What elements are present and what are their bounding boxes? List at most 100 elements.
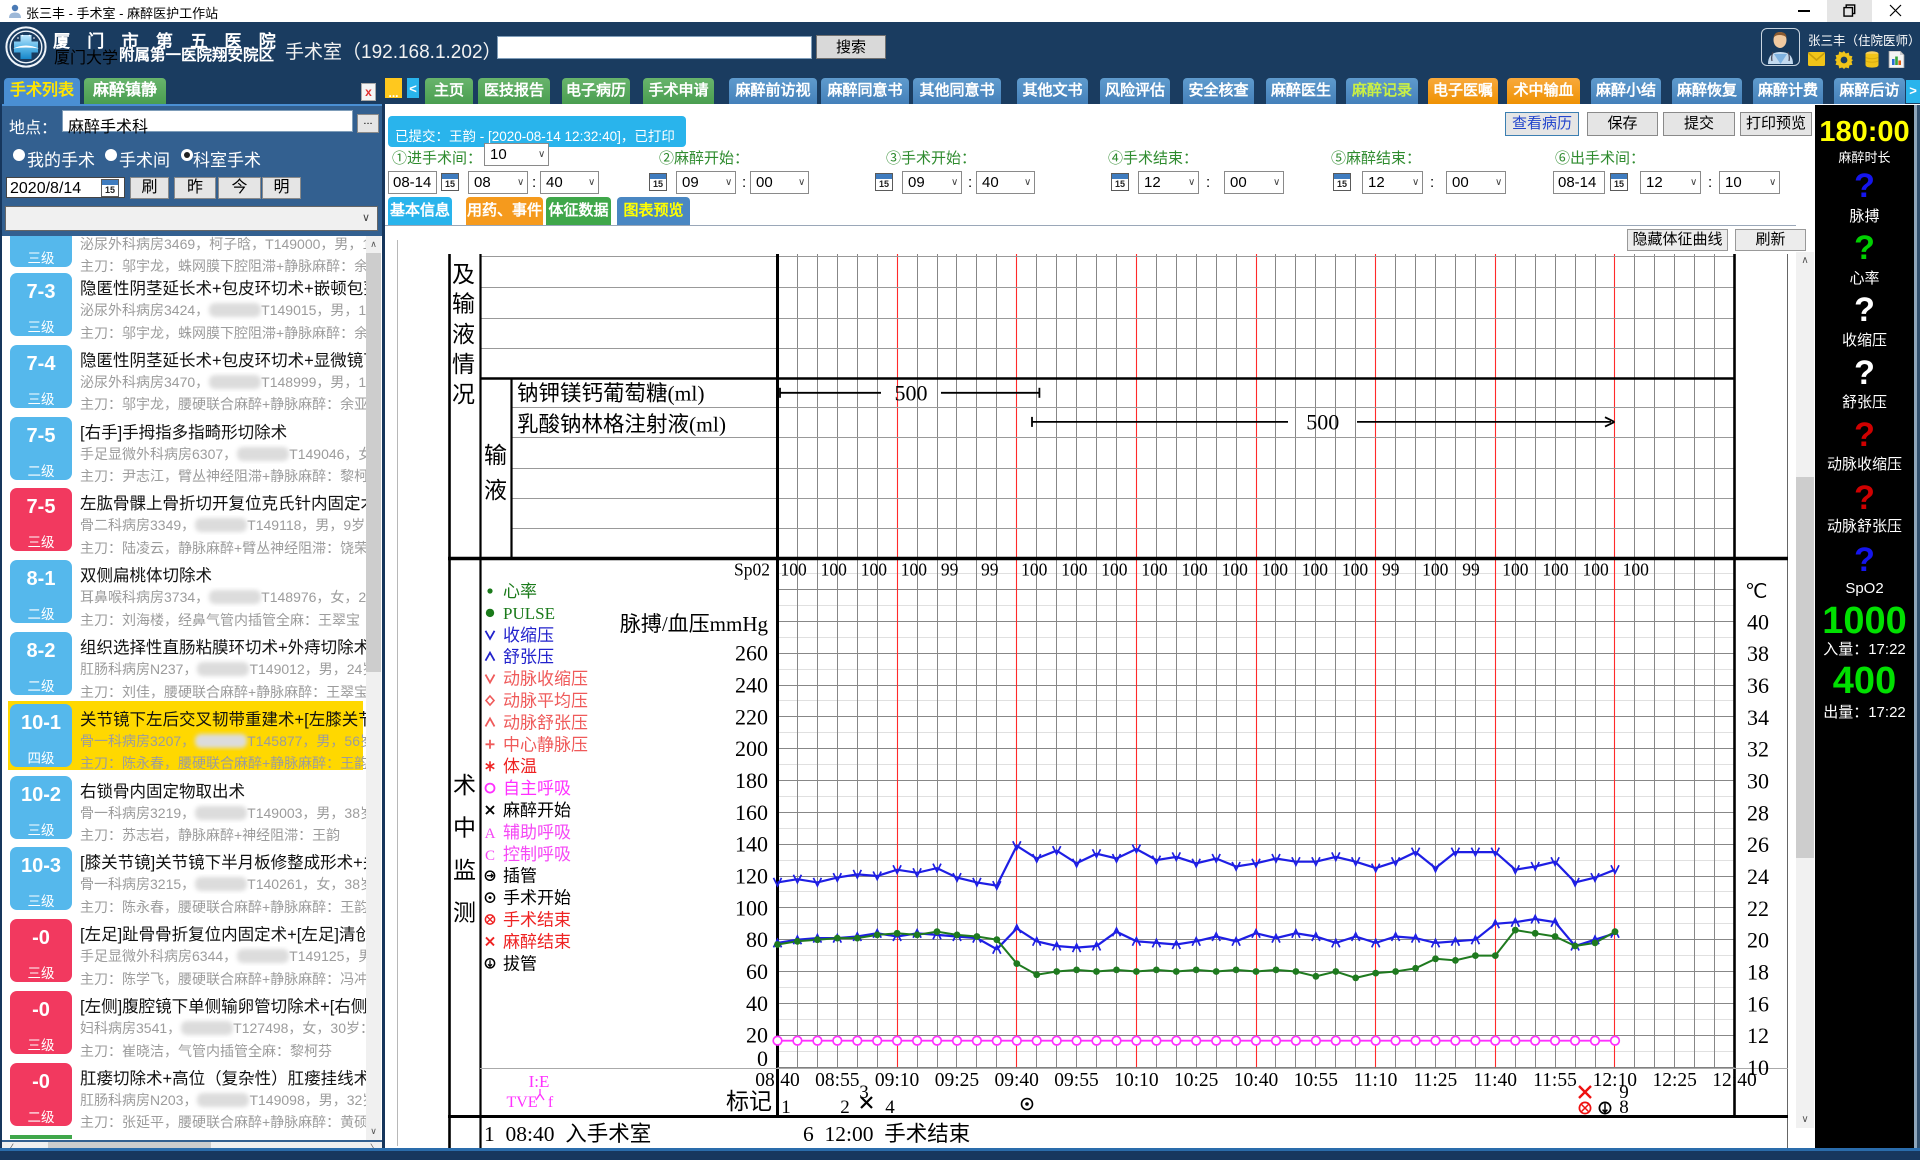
svg-text:11:25: 11:25 — [1414, 1070, 1458, 1091]
svg-text:20: 20 — [746, 1023, 768, 1048]
svg-text:钠钾镁钙葡萄糖(ml): 钠钾镁钙葡萄糖(ml) — [517, 382, 705, 406]
svg-text:100: 100 — [1422, 560, 1449, 580]
svg-text:10:40: 10:40 — [1234, 1070, 1278, 1091]
svg-text:中心静脉压: 中心静脉压 — [503, 735, 588, 754]
svg-text:11:55: 11:55 — [1533, 1070, 1577, 1091]
svg-text:40: 40 — [746, 991, 768, 1016]
svg-text:6 12:00 手术结束: 6 12:00 手术结束 — [803, 1122, 970, 1146]
svg-text:120: 120 — [735, 864, 768, 889]
svg-text:100: 100 — [1542, 560, 1569, 580]
svg-text:11:40: 11:40 — [1473, 1070, 1517, 1091]
svg-text:12: 12 — [1747, 1023, 1769, 1048]
svg-text:脉搏/血压mmHg: 脉搏/血压mmHg — [620, 612, 769, 636]
svg-text:100: 100 — [1141, 560, 1168, 580]
svg-text:0: 0 — [757, 1046, 768, 1071]
svg-text:22: 22 — [1747, 896, 1769, 921]
svg-text:18: 18 — [1747, 960, 1769, 985]
svg-text:100: 100 — [1101, 560, 1128, 580]
svg-text:动脉收缩压: 动脉收缩压 — [503, 670, 588, 689]
svg-text:08:55: 08:55 — [815, 1070, 859, 1091]
svg-text:100: 100 — [1061, 560, 1088, 580]
svg-text:99: 99 — [981, 560, 999, 580]
svg-text:插管: 插管 — [503, 867, 537, 886]
svg-text:11:10: 11:10 — [1354, 1070, 1398, 1091]
svg-text:09:25: 09:25 — [935, 1070, 979, 1091]
svg-text:38: 38 — [1747, 641, 1769, 666]
svg-text:10:25: 10:25 — [1174, 1070, 1218, 1091]
svg-text:乳酸钠林格注射液(ml): 乳酸钠林格注射液(ml) — [517, 413, 726, 437]
svg-text:20: 20 — [1747, 928, 1769, 953]
svg-text:260: 260 — [735, 641, 768, 666]
svg-text:99: 99 — [941, 560, 959, 580]
svg-text:28: 28 — [1747, 800, 1769, 825]
svg-text:180: 180 — [735, 768, 768, 793]
svg-text:99: 99 — [1382, 560, 1400, 580]
svg-text:A: A — [485, 826, 496, 842]
svg-text:输: 输 — [484, 443, 507, 468]
svg-text:收缩压: 收缩压 — [503, 626, 554, 645]
svg-text:体温: 体温 — [503, 757, 537, 776]
svg-text:动脉舒张压: 动脉舒张压 — [503, 713, 588, 732]
svg-text:34: 34 — [1747, 705, 1769, 730]
svg-text:Sp02: Sp02 — [734, 560, 770, 580]
svg-text:手术结束: 手术结束 — [503, 911, 571, 930]
svg-text:测: 测 — [453, 901, 476, 926]
svg-text:8: 8 — [1619, 1097, 1629, 1118]
svg-text:24: 24 — [1747, 864, 1769, 889]
svg-text:30: 30 — [1747, 769, 1769, 794]
svg-text:舒张压: 舒张压 — [503, 648, 554, 667]
svg-text:情: 情 — [452, 352, 475, 377]
svg-text:麻醉开始: 麻醉开始 — [503, 801, 571, 820]
svg-text:100: 100 — [1021, 560, 1048, 580]
svg-text:12:25: 12:25 — [1652, 1070, 1696, 1091]
svg-text:100: 100 — [1342, 560, 1369, 580]
svg-text:09:40: 09:40 — [994, 1070, 1038, 1091]
svg-text:10:55: 10:55 — [1294, 1070, 1338, 1091]
svg-text:100: 100 — [781, 560, 808, 580]
svg-text:99: 99 — [1462, 560, 1480, 580]
svg-text:I:E: I:E — [529, 1072, 550, 1091]
svg-text:16: 16 — [1747, 991, 1769, 1016]
svg-text:标记: 标记 — [726, 1089, 772, 1114]
svg-text:术: 术 — [453, 773, 476, 798]
svg-text:C: C — [485, 848, 495, 864]
svg-text:240: 240 — [735, 673, 768, 698]
svg-text:100: 100 — [821, 560, 848, 580]
svg-text:220: 220 — [735, 704, 768, 729]
svg-text:f: f — [548, 1094, 554, 1111]
svg-text:PULSE: PULSE — [503, 604, 555, 623]
svg-text:况: 况 — [452, 382, 475, 407]
svg-text:26: 26 — [1747, 832, 1769, 857]
svg-text:TVE: TVE — [506, 1094, 537, 1111]
svg-text:60: 60 — [746, 959, 768, 984]
svg-text:100: 100 — [1302, 560, 1329, 580]
svg-text:拔管: 拔管 — [503, 954, 537, 973]
svg-text:140: 140 — [735, 832, 768, 857]
svg-text:1: 1 — [781, 1097, 791, 1118]
svg-text:100: 100 — [1222, 560, 1249, 580]
svg-text:09:55: 09:55 — [1054, 1070, 1098, 1091]
svg-text:麻醉结束: 麻醉结束 — [503, 932, 571, 951]
svg-text:心率: 心率 — [503, 582, 537, 601]
svg-text:100: 100 — [901, 560, 928, 580]
svg-text:2: 2 — [840, 1097, 850, 1118]
svg-text:09:10: 09:10 — [875, 1070, 919, 1091]
svg-text:自主呼吸: 自主呼吸 — [503, 779, 571, 798]
svg-text:08:40: 08:40 — [755, 1070, 799, 1091]
svg-text:100: 100 — [1623, 560, 1650, 580]
svg-text:4: 4 — [885, 1097, 895, 1118]
svg-text:12:10: 12:10 — [1593, 1070, 1637, 1091]
svg-text:1 08:40 入手术室: 1 08:40 入手术室 — [484, 1122, 651, 1146]
svg-text:液: 液 — [484, 478, 507, 503]
svg-text:100: 100 — [1502, 560, 1529, 580]
svg-text:100: 100 — [1182, 560, 1209, 580]
svg-text:100: 100 — [861, 560, 888, 580]
svg-text:及: 及 — [452, 262, 475, 287]
svg-text:100: 100 — [1262, 560, 1289, 580]
svg-text:控制呼吸: 控制呼吸 — [503, 845, 571, 864]
svg-text:12:40: 12:40 — [1712, 1070, 1756, 1091]
svg-text:动脉平均压: 动脉平均压 — [503, 692, 588, 711]
svg-text:手术开始: 手术开始 — [503, 889, 571, 908]
svg-text:℃: ℃ — [1745, 581, 1767, 603]
svg-text:40: 40 — [1747, 609, 1769, 634]
